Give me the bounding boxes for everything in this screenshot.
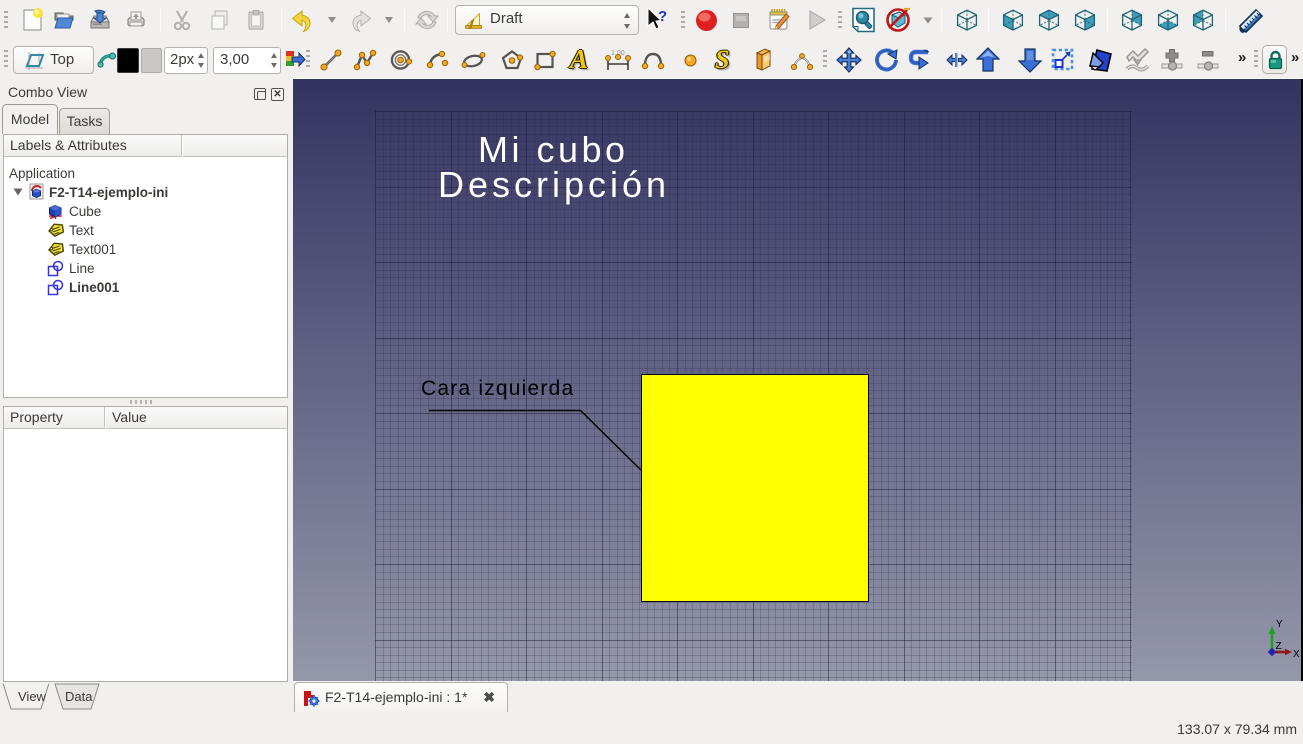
svg-text:Y: Y — [1276, 619, 1283, 630]
svg-text:?: ? — [658, 8, 667, 25]
svg-text:View: View — [18, 689, 47, 704]
svg-text:X: X — [1293, 649, 1300, 660]
svg-text:Z: Z — [1276, 641, 1282, 652]
svg-text:Data: Data — [65, 689, 93, 704]
